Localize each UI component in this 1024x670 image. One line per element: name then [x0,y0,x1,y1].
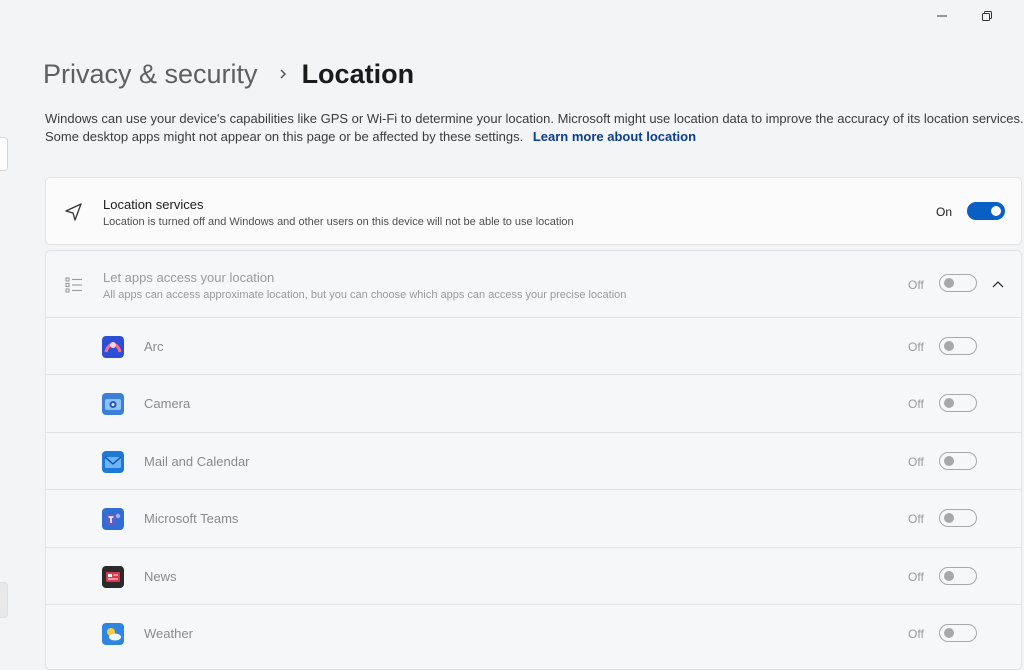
location-services-subtitle: Location is turned off and Windows and o… [103,216,574,228]
arc-location-toggle[interactable] [939,337,977,355]
restore-icon [982,11,992,21]
app-name: Mail and Calendar [144,454,250,469]
app-name: Camera [144,396,191,411]
app-state: Off [908,627,924,641]
list-icon [65,277,82,293]
mail-location-toggle[interactable] [939,452,977,470]
app-name: Microsoft Teams [144,511,239,526]
sidebar-search-edge[interactable] [0,137,8,171]
mail-app-icon [102,451,124,473]
app-state: Off [908,455,924,469]
app-row-weather: Weather Off [46,604,1021,662]
weather-app-icon [102,623,124,645]
app-state: Off [908,397,924,411]
toggle-knob [944,278,954,288]
breadcrumb: Privacy & security Location [43,56,414,92]
location-services-state: On [936,205,953,219]
teams-app-icon [102,508,124,530]
app-name: Arc [144,339,164,354]
location-services-title: Location services [103,197,204,212]
app-name: News [144,569,177,584]
app-row-news: News Off [46,547,1021,605]
app-row-mail-and-calendar: Mail and Calendar Off [46,432,1021,490]
news-app-icon [102,566,124,588]
weather-location-toggle[interactable] [939,624,977,642]
app-access-toggle[interactable] [939,274,977,292]
toggle-knob [944,398,954,408]
app-row-camera: Camera Off [46,374,1021,432]
restore-button[interactable] [975,6,999,26]
app-row-microsoft-teams: Microsoft Teams Off [46,489,1021,547]
chevron-right-icon [278,68,288,80]
toggle-knob [991,206,1001,216]
page-title: Location [301,58,415,89]
app-state: Off [908,570,924,584]
app-access-title: Let apps access your location [103,270,275,285]
minimize-button[interactable] [930,6,954,26]
toggle-knob [944,513,954,523]
page-description: Windows can use your device's capabiliti… [45,110,1024,146]
teams-location-toggle[interactable] [939,509,977,527]
chevron-up-icon[interactable] [990,277,1006,293]
camera-location-toggle[interactable] [939,394,977,412]
sidebar-selected-item-edge[interactable] [0,582,8,618]
app-row-arc: Arc Off [46,317,1021,375]
arc-app-icon [102,336,124,358]
location-services-toggle[interactable] [967,202,1005,220]
breadcrumb-parent[interactable]: Privacy & security [43,59,258,90]
camera-app-icon [102,393,124,415]
app-access-state: Off [908,278,924,292]
learn-more-link[interactable]: Learn more about location [533,129,696,144]
location-services-card: Location services Location is turned off… [45,177,1022,245]
app-access-subtitle: All apps can access approximate location… [103,289,627,301]
toggle-knob [944,571,954,581]
app-name: Weather [144,626,193,641]
toggle-knob [944,628,954,638]
app-location-access-card: Let apps access your location All apps c… [45,250,1022,670]
news-location-toggle[interactable] [939,567,977,585]
minimize-icon [937,15,947,17]
app-state: Off [908,512,924,526]
location-arrow-icon [65,203,82,221]
toggle-knob [944,456,954,466]
app-state: Off [908,340,924,354]
toggle-knob [944,341,954,351]
